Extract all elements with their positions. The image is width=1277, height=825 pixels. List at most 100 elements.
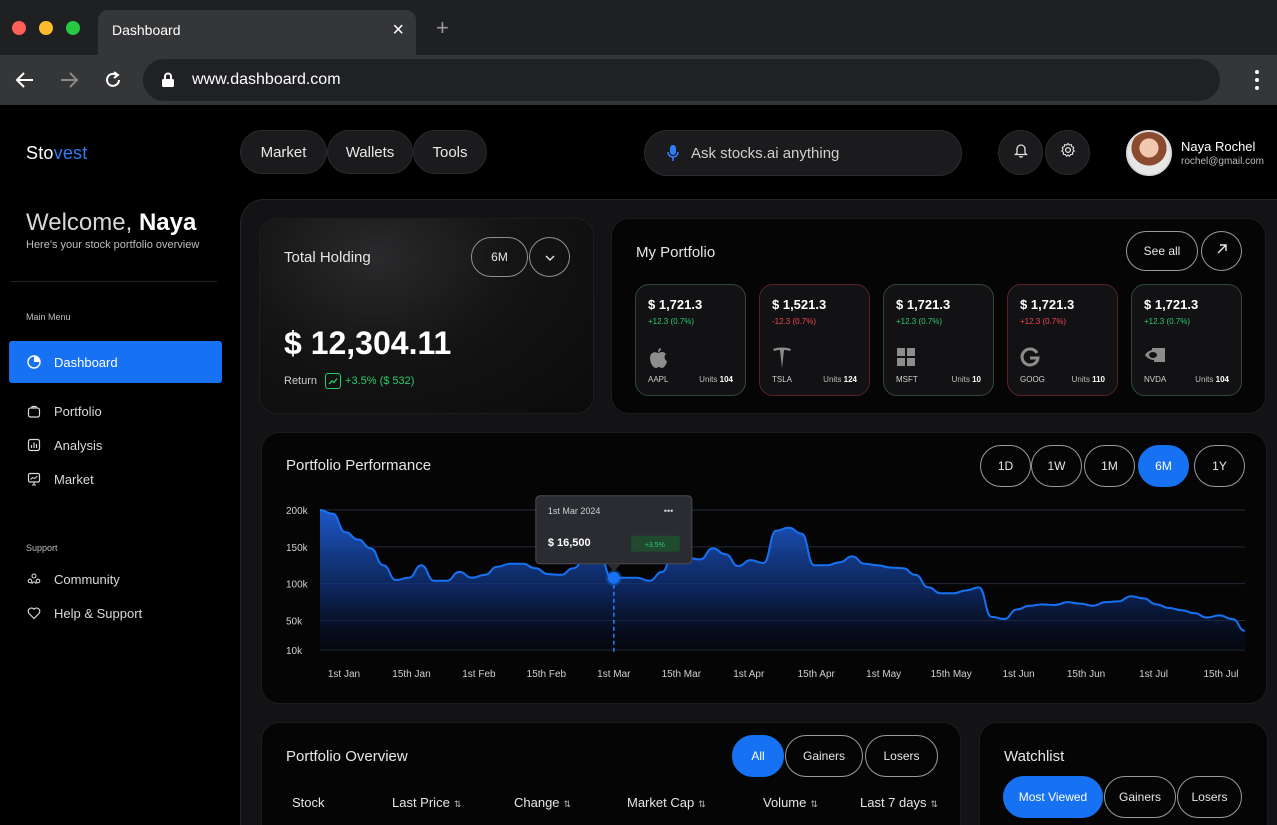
range-1m-button[interactable]: 1M [1084,445,1135,487]
settings-button[interactable] [1045,130,1090,175]
pie-chart-icon [26,354,42,370]
x-tick-label: 1st Jun [1002,669,1034,680]
range-6m-button[interactable]: 6M [1138,445,1189,487]
x-tick-label: 15th Apr [798,669,836,680]
holding-period-dropdown[interactable] [529,237,570,277]
window-maximize-button[interactable] [66,21,80,35]
stock-units: Units 124 [823,375,857,384]
column-header-stock[interactable]: Stock [292,795,325,810]
column-header-change[interactable]: Change ⇅ [514,795,571,810]
welcome-heading: Welcome, Naya [26,209,196,237]
portfolio-performance-card: 200k 150k 100k 50k 10k 1st Jan 15th Jan 1st Feb… [261,432,1267,704]
topnav-market[interactable]: Market [240,130,327,174]
sidebar-divider [10,281,217,282]
see-all-button[interactable]: See all [1126,231,1198,271]
new-tab-icon[interactable]: + [436,17,449,39]
sidebar-item-market[interactable]: Market [9,458,222,500]
range-1y-button[interactable]: 1Y [1194,445,1245,487]
brand-name-end: vest [53,143,88,163]
range-1w-button[interactable]: 1W [1031,445,1082,487]
support-label: Support [26,543,58,553]
units-value: 110 [1092,375,1105,384]
x-tick-label: 15th Mar [662,669,702,680]
watchlist-gainers-button[interactable]: Gainers [1104,776,1176,818]
x-tick-label: 15th Jun [1067,669,1105,680]
x-tick-label: 1st Feb [462,669,496,680]
sidebar-item-label: Analysis [54,437,103,453]
tooltip-value: $ 16,500 [548,537,591,549]
column-header-last-7-days[interactable]: Last 7 days ⇅ [860,795,938,810]
sort-icon: ⇅ [698,799,706,809]
filter-losers-button[interactable]: Losers [865,735,938,777]
welcome-prefix: Welcome, [26,209,133,236]
user-avatar[interactable] [1126,130,1172,176]
sidebar-item-dashboard[interactable]: Dashboard [9,341,222,383]
sidebar-item-label: Portfolio [54,403,102,419]
microphone-icon[interactable] [667,144,679,167]
column-header-volume[interactable]: Volume ⇅ [763,795,818,810]
welcome-subtitle: Here's your stock portfolio overview [26,239,200,251]
units-label: Units [1071,375,1090,384]
y-tick-label: 100k [286,580,309,591]
x-tick-label: 1st May [866,669,901,680]
community-icon [26,571,42,587]
filter-all-button[interactable]: All [732,735,784,777]
brand-logo[interactable]: Stovest [26,143,87,164]
browser-menu-icon[interactable] [1255,70,1259,94]
my-portfolio-card: My Portfolio See all $ 1,721.3 +12.3 (0.… [611,218,1266,414]
x-tick-label: 15th Jan [392,669,430,680]
stock-change: -12.3 (0.7%) [772,317,817,326]
sort-icon: ⇅ [563,799,572,809]
topnav-wallets[interactable]: Wallets [327,130,413,174]
y-tick-label: 50k [286,617,303,628]
column-header-market-cap[interactable]: Market Cap ⇅ [627,795,706,810]
browser-toolbar: www.dashboard.com [0,55,1277,105]
stock-card-tsla[interactable]: $ 1,521.3 -12.3 (0.7%) TSLA Units 124 [759,284,870,396]
forward-icon[interactable] [56,67,82,93]
browser-tab[interactable]: Dashboard × [98,10,416,55]
stock-price: $ 1,721.3 [648,297,703,312]
tab-close-icon[interactable]: × [392,19,404,42]
stock-price: $ 1,721.3 [1020,297,1075,312]
address-bar[interactable]: www.dashboard.com [143,59,1220,101]
back-icon[interactable] [12,67,38,93]
window-close-button[interactable] [12,21,26,35]
notifications-button[interactable] [998,130,1043,175]
range-1d-button[interactable]: 1D [980,445,1031,487]
sidebar-item-help[interactable]: Help & Support [9,592,222,634]
filter-gainers-button[interactable]: Gainers [785,735,863,777]
stock-ticker: GOOG [1020,375,1045,384]
topnav-tools[interactable]: Tools [413,130,487,174]
window-minimize-button[interactable] [39,21,53,35]
stock-card-aapl[interactable]: $ 1,721.3 +12.3 (0.7%) AAPL Units 104 [635,284,746,396]
column-label: Last 7 days [860,795,927,810]
total-holding-amount: $ 12,304.11 [284,325,452,361]
url-text: www.dashboard.com [192,71,341,88]
lock-icon [161,72,175,93]
search-input[interactable]: Ask stocks.ai anything [644,130,962,176]
stock-card-msft[interactable]: $ 1,721.3 +12.3 (0.7%) MSFT Units 10 [883,284,994,396]
column-header-last-price[interactable]: Last Price ⇅ [392,795,461,810]
user-name: Naya Rochel [1181,139,1256,154]
performance-title: Portfolio Performance [286,457,432,474]
sort-icon: ⇅ [930,799,939,809]
column-label: Change [514,795,560,810]
holding-period-select[interactable]: 6M [471,237,528,277]
windows-icon [896,347,918,369]
stock-units: Units 10 [952,375,981,384]
stock-card-goog[interactable]: $ 1,721.3 +12.3 (0.7%) GOOG Units 110 [1007,284,1118,396]
y-tick-label: 150k [286,543,309,554]
reload-icon[interactable] [100,67,126,93]
stock-card-nvda[interactable]: $ 1,721.3 +12.3 (0.7%) NVDA Units 104 [1131,284,1242,396]
brand-name-start: Sto [26,143,54,163]
column-label: Stock [292,795,325,810]
main-panel: Total Holding 6M $ 12,304.11 Return +3.5… [240,199,1277,825]
units-label: Units [699,375,718,384]
google-icon [1020,347,1042,369]
units-label: Units [823,375,842,384]
open-portfolio-button[interactable] [1201,231,1242,271]
x-tick-label: 1st Jul [1139,669,1168,680]
watchlist-losers-button[interactable]: Losers [1177,776,1242,818]
units-value: 104 [719,375,733,384]
watchlist-most-viewed-button[interactable]: Most Viewed [1003,776,1103,818]
